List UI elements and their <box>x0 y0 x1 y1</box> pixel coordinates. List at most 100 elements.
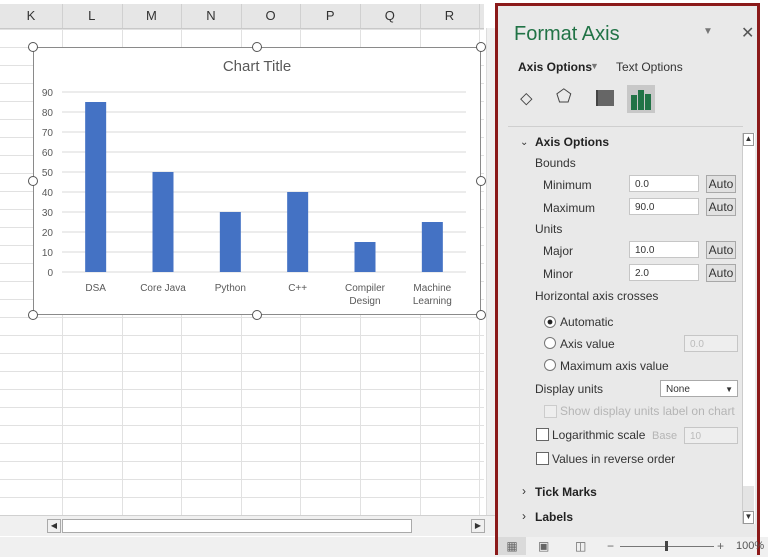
bar-3[interactable] <box>287 192 309 272</box>
units-label: Units <box>535 222 563 236</box>
axis-options-icon[interactable] <box>627 85 655 113</box>
reverse-order-label[interactable]: Values in reverse order <box>552 452 675 466</box>
major-input[interactable]: 10.0 <box>629 241 699 258</box>
scroll-up-button[interactable]: ▲ <box>743 133 754 146</box>
zoom-level[interactable]: 100% <box>736 540 764 552</box>
panel-options-chevron-icon[interactable]: ▼ <box>703 26 713 37</box>
x-tick-label: Python <box>215 283 246 294</box>
maximum-input[interactable]: 90.0 <box>629 198 699 215</box>
chart[interactable]: Chart Title 0 10 20 30 40 50 60 70 80 90 DSA Core J… <box>33 47 481 315</box>
column-header-l[interactable]: L <box>62 4 123 28</box>
bounds-label: Bounds <box>535 156 576 170</box>
display-units-label: Display units <box>535 382 604 396</box>
bar-2[interactable] <box>219 212 241 272</box>
axis-options-dropdown-icon[interactable]: ▼ <box>590 61 599 71</box>
axis-value-input[interactable]: 0.0 <box>684 335 738 352</box>
minor-input[interactable]: 2.0 <box>629 264 699 281</box>
display-units-select[interactable]: None ▼ <box>660 380 738 397</box>
scroll-down-button[interactable]: ▼ <box>743 511 754 524</box>
tab-axis-options[interactable]: Axis Options <box>518 60 592 74</box>
max-axis-value-label[interactable]: Maximum axis value <box>560 359 669 373</box>
resize-handle[interactable] <box>476 176 486 186</box>
zoom-slider-thumb[interactable] <box>665 541 668 551</box>
minor-auto-button[interactable]: Auto <box>706 264 736 282</box>
automatic-label[interactable]: Automatic <box>560 315 613 329</box>
expand-tick-marks-icon[interactable]: › <box>522 484 526 498</box>
base-label: Base <box>652 430 678 442</box>
section-labels[interactable]: Labels <box>535 510 573 524</box>
y-tick-label: 70 <box>42 128 54 139</box>
y-tick-label: 20 <box>42 228 54 239</box>
column-headers: KLMNOPQR <box>0 4 484 29</box>
column-header-p[interactable]: P <box>300 4 361 28</box>
minimum-auto-button[interactable]: Auto <box>706 175 736 193</box>
size-properties-icon[interactable] <box>596 90 614 106</box>
y-tick-label: 60 <box>42 148 54 159</box>
fill-line-icon[interactable]: ⬦ <box>520 88 533 109</box>
resize-handle[interactable] <box>252 42 262 52</box>
page-layout-icon[interactable]: ▣ <box>538 537 549 555</box>
sheet-footer: ◀ ▶ <box>0 515 495 536</box>
y-tick-label: 80 <box>42 108 54 119</box>
base-input[interactable]: 10 <box>684 427 738 444</box>
bar-0[interactable] <box>85 102 107 272</box>
expand-labels-icon[interactable]: › <box>522 509 526 523</box>
tab-text-options[interactable]: Text Options <box>616 60 683 74</box>
column-header-r[interactable]: R <box>420 4 481 28</box>
panel-scrollbar[interactable]: ▲ ▼ <box>742 133 755 524</box>
column-header-k[interactable]: K <box>0 4 63 28</box>
plot-area[interactable]: 0 10 20 30 40 50 60 70 80 90 DSA Core Java Python C++… <box>34 48 480 314</box>
axis-value-label[interactable]: Axis value <box>560 337 615 351</box>
section-tick-marks[interactable]: Tick Marks <box>535 485 597 499</box>
bar-5[interactable] <box>421 222 443 272</box>
column-header-m[interactable]: M <box>122 4 183 28</box>
collapse-chevron-icon[interactable]: ⌄ <box>520 137 528 148</box>
minimum-input[interactable]: 0.0 <box>629 175 699 192</box>
y-tick-label: 30 <box>42 208 54 219</box>
bar-4[interactable] <box>354 242 376 272</box>
display-units-value: None <box>666 384 690 395</box>
horizontal-scrollbar-thumb[interactable] <box>62 519 412 533</box>
resize-handle[interactable] <box>28 310 38 320</box>
scroll-track[interactable] <box>743 486 754 511</box>
resize-handle[interactable] <box>28 42 38 52</box>
x-tick-label: Core Java <box>140 283 186 294</box>
y-tick-label: 10 <box>42 248 54 259</box>
resize-handle[interactable] <box>252 310 262 320</box>
automatic-radio[interactable] <box>544 316 556 328</box>
view-controls: ▦ ▣ ◫ − + 100% <box>498 537 764 555</box>
axis-value-radio[interactable] <box>544 337 556 349</box>
y-tick-label: 90 <box>42 88 54 99</box>
resize-handle[interactable] <box>476 310 486 320</box>
column-header-q[interactable]: Q <box>360 4 421 28</box>
column-header-o[interactable]: O <box>241 4 302 28</box>
y-tick-label: 40 <box>42 188 54 199</box>
max-axis-value-radio[interactable] <box>544 359 556 371</box>
zoom-out-button[interactable]: − <box>607 537 614 555</box>
bar-1[interactable] <box>152 172 174 272</box>
log-scale-checkbox[interactable] <box>536 428 549 441</box>
major-auto-button[interactable]: Auto <box>706 241 736 259</box>
close-icon[interactable]: ✕ <box>741 23 754 43</box>
scroll-right-button[interactable]: ▶ <box>471 519 485 533</box>
zoom-in-button[interactable]: + <box>717 537 724 555</box>
format-axis-panel: Format Axis ▼ ✕ Axis Options ▼ Text Opti… <box>495 3 764 555</box>
maximum-auto-button[interactable]: Auto <box>706 198 736 216</box>
x-tick-label: C++ <box>288 283 307 294</box>
resize-handle[interactable] <box>476 42 486 52</box>
divider <box>508 126 743 127</box>
dropdown-arrow-icon: ▼ <box>725 385 733 394</box>
effects-icon[interactable]: ⬠ <box>556 86 572 107</box>
x-tick-label: Machine Learning <box>413 283 452 307</box>
normal-view-icon[interactable]: ▦ <box>498 537 526 555</box>
x-tick-label: DSA <box>85 283 106 294</box>
page-break-icon[interactable]: ◫ <box>575 537 586 555</box>
resize-handle[interactable] <box>28 176 38 186</box>
show-units-label-checkbox[interactable] <box>544 405 557 418</box>
scroll-left-button[interactable]: ◀ <box>47 519 61 533</box>
section-axis-options[interactable]: Axis Options <box>535 135 609 149</box>
reverse-order-checkbox[interactable] <box>536 452 549 465</box>
log-scale-label[interactable]: Logarithmic scale <box>552 428 645 442</box>
y-tick-label: 0 <box>47 268 53 279</box>
column-header-n[interactable]: N <box>181 4 242 28</box>
